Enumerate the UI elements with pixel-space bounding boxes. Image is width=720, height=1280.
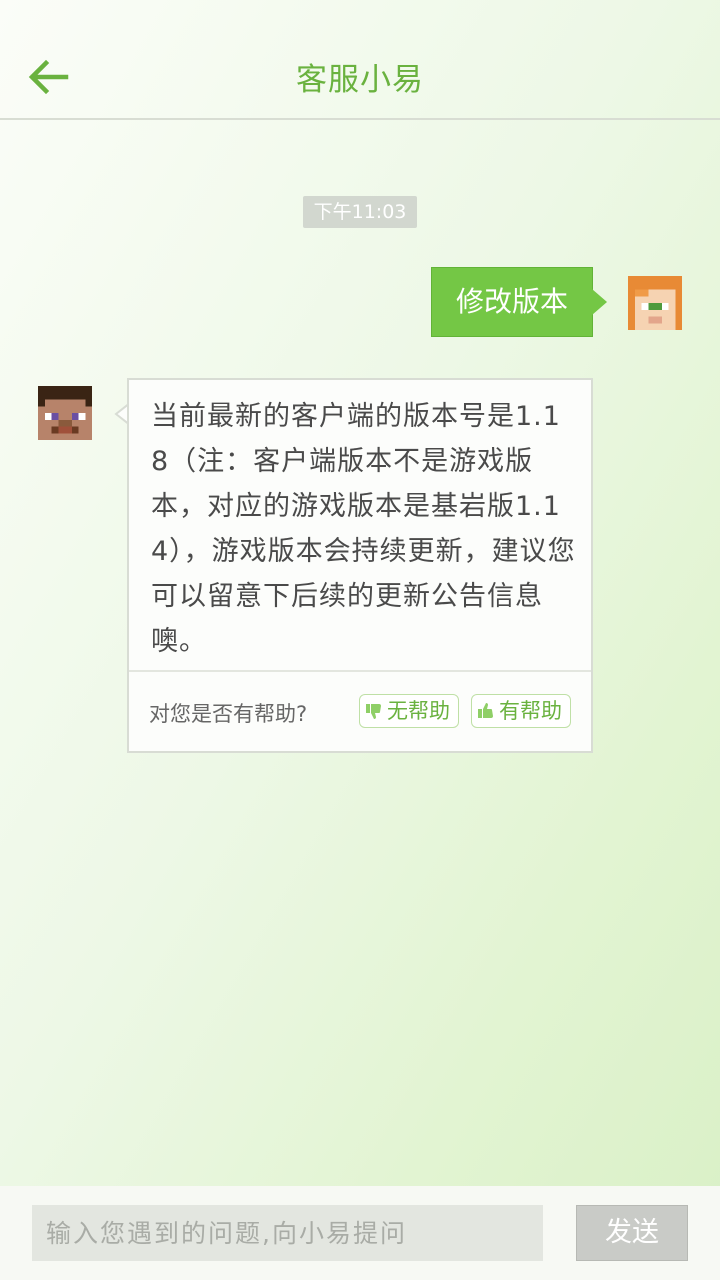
helpful-button[interactable]: 有帮助 [471, 694, 571, 728]
bot-message-text: 当前最新的客户端的版本号是1.18（注：客户端版本不是游戏版本，对应的游戏版本是… [151, 401, 576, 657]
question-input[interactable] [32, 1205, 543, 1261]
message-timestamp: 下午11:03 [303, 196, 417, 228]
user-bubble-tail [592, 289, 607, 315]
card-divider [129, 670, 591, 672]
user-avatar [628, 276, 682, 330]
header-bar: 客服小易 [0, 0, 720, 120]
user-message-bubble: 修改版本 [431, 267, 593, 337]
not-helpful-label: 无帮助 [387, 699, 450, 723]
bot-message-card: 当前最新的客户端的版本号是1.18（注：客户端版本不是游戏版本，对应的游戏版本是… [127, 378, 593, 753]
thumbs-up-icon [478, 703, 493, 718]
page-title: 客服小易 [296, 62, 424, 98]
feedback-question: 对您是否有帮助? [149, 702, 308, 726]
helpful-label: 有帮助 [499, 699, 562, 723]
thumbs-down-icon [366, 704, 381, 719]
not-helpful-button[interactable]: 无帮助 [359, 694, 459, 728]
bot-avatar [38, 386, 92, 440]
input-bar: 发送 [0, 1186, 720, 1280]
send-button[interactable]: 发送 [576, 1205, 688, 1261]
